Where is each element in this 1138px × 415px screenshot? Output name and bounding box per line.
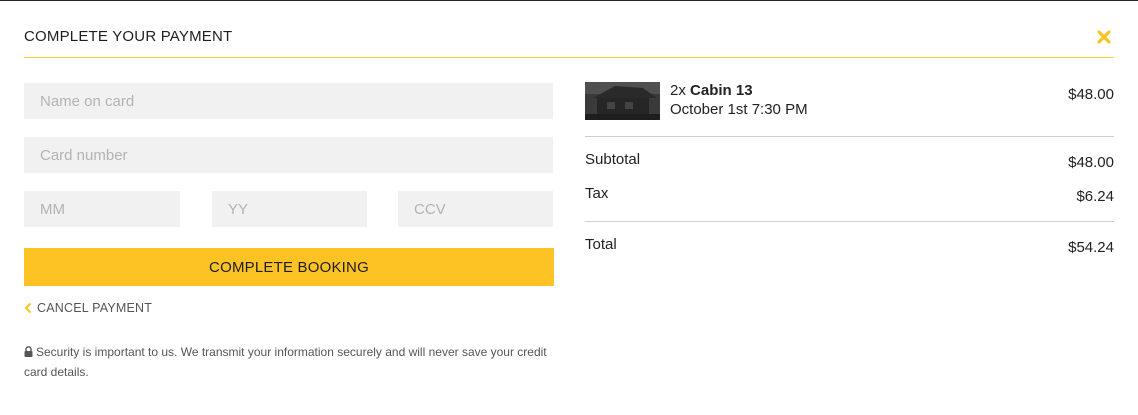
payment-modal: COMPLETE YOUR PAYMENT COMPLETE BOOKING C… (0, 0, 1138, 415)
cancel-payment-link[interactable]: CANCEL PAYMENT (24, 301, 152, 315)
item-date: October 1st 7:30 PM (670, 101, 808, 118)
summary-divider (585, 136, 1114, 137)
tax-row: Tax $6.24 (585, 185, 1114, 221)
item-name: Cabin 13 (690, 82, 753, 99)
card-number-input[interactable] (24, 137, 553, 173)
item-title: 2x Cabin 13 (670, 82, 753, 99)
expiry-year-input[interactable] (212, 191, 367, 227)
total-label: Total (585, 236, 617, 253)
cabin-thumbnail (585, 82, 660, 120)
name-on-card-input[interactable] (24, 83, 553, 119)
subtotal-row: Subtotal $48.00 (585, 151, 1114, 185)
lock-icon (24, 344, 33, 363)
total-row: Total $54.24 (585, 236, 1114, 270)
subtotal-value: $48.00 (1068, 154, 1114, 171)
order-item: 2x Cabin 13 October 1st 7:30 PM $48.00 (585, 82, 1114, 136)
complete-booking-button[interactable]: COMPLETE BOOKING (24, 248, 554, 286)
order-summary: 2x Cabin 13 October 1st 7:30 PM $48.00 S… (585, 82, 1114, 270)
item-quantity: 2x (670, 82, 686, 99)
expiry-month-input[interactable] (24, 191, 180, 227)
tax-label: Tax (585, 185, 609, 202)
item-price: $48.00 (1068, 86, 1114, 103)
modal-title: COMPLETE YOUR PAYMENT (24, 28, 233, 45)
total-divider (585, 221, 1114, 222)
security-text: Security is important to us. We transmit… (24, 345, 547, 379)
close-icon[interactable] (1096, 29, 1112, 45)
tax-value: $6.24 (1076, 188, 1114, 205)
modal-header: COMPLETE YOUR PAYMENT (24, 0, 1114, 58)
cancel-payment-label: CANCEL PAYMENT (37, 301, 153, 315)
complete-booking-label: COMPLETE BOOKING (209, 258, 369, 276)
subtotal-label: Subtotal (585, 151, 641, 168)
chevron-left-icon (24, 302, 32, 314)
security-note: Security is important to us. We transmit… (24, 343, 554, 382)
ccv-input[interactable] (398, 191, 553, 227)
total-value: $54.24 (1068, 239, 1114, 256)
